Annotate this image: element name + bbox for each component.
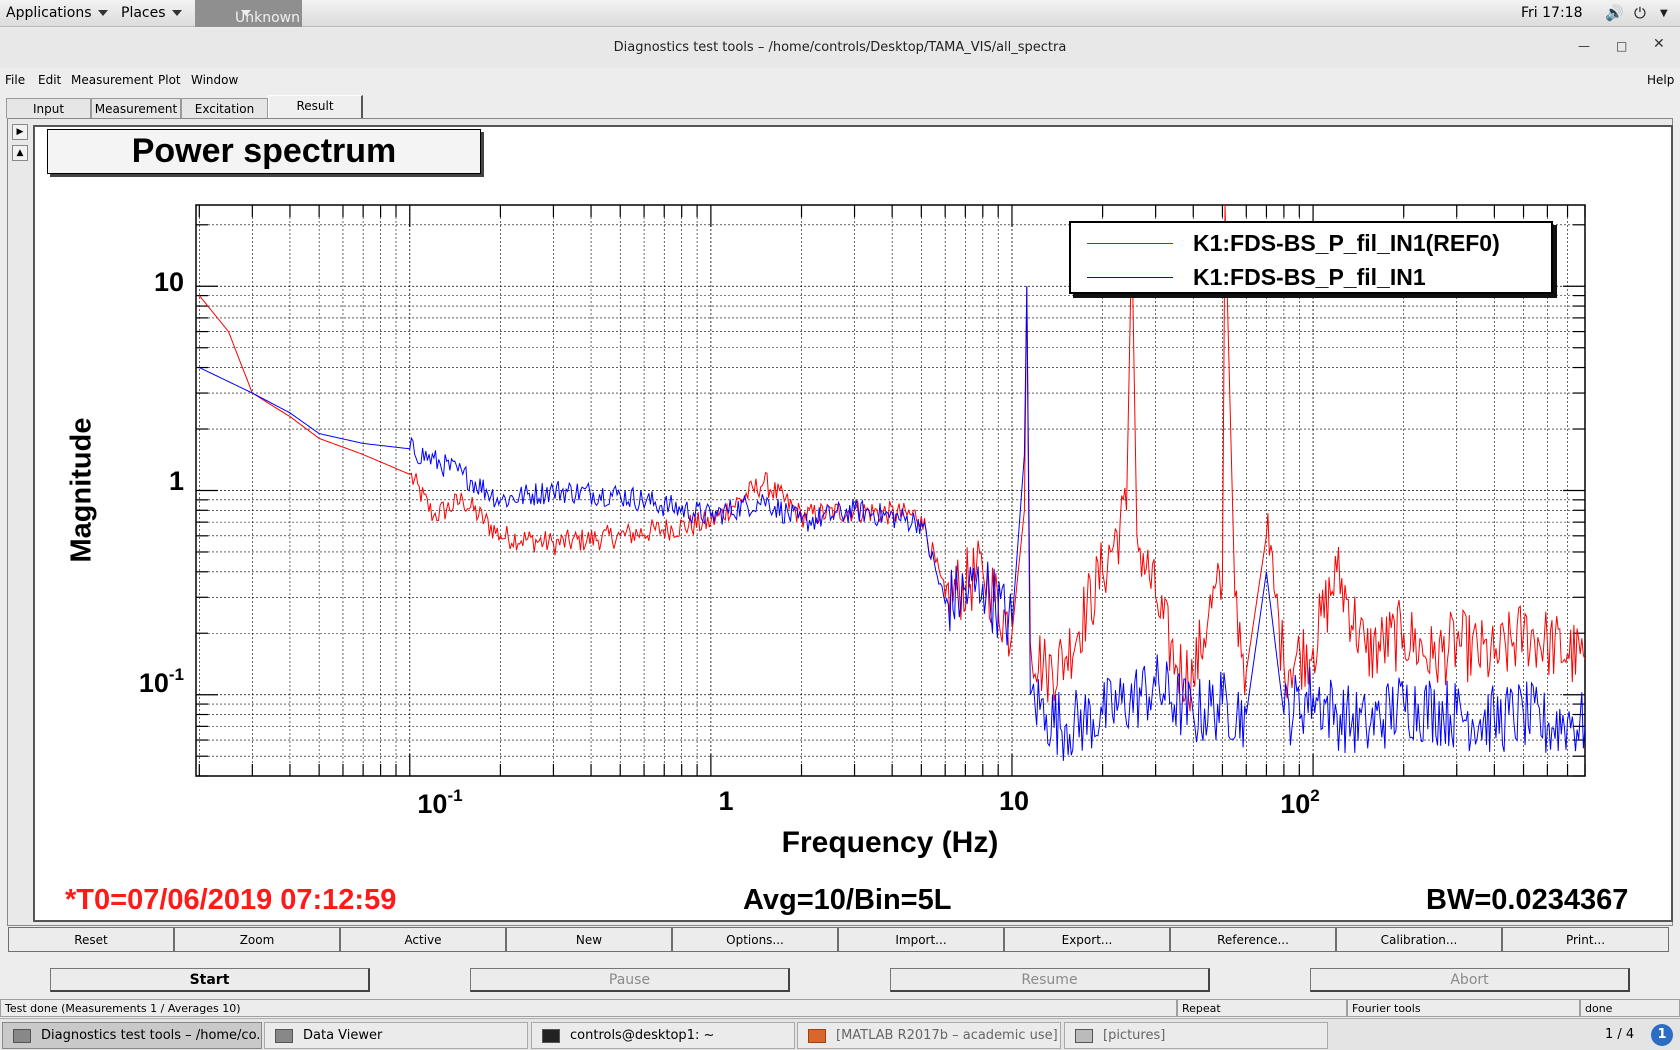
pause-button[interactable]: Pause [470,968,790,992]
matlab-icon [808,1029,826,1043]
legend-swatch-red [1087,243,1173,244]
print-button[interactable]: Print... [1502,927,1669,952]
y-tick-0.1-base: 10 [138,668,169,698]
start-button[interactable]: Start [50,968,370,992]
legend-label-ref0: K1:FDS-BS_P_fil_IN1(REF0) [1193,230,1500,256]
task-label: Data Viewer [303,1028,383,1043]
bandwidth-info: BW=0.0234367 [1426,884,1629,916]
task-diagnostics[interactable]: Diagnostics test tools – /home/co... [2,1022,262,1049]
new-button[interactable]: New [506,927,672,952]
workspace-pager[interactable]: 1 / 4 [1605,1027,1634,1042]
export-button[interactable]: Export... [1004,927,1170,952]
y-tick-0.1: 10-1 [114,665,184,699]
status-bar: Test done (Measurements 1 / Averages 10)… [0,999,1680,1017]
x-tick-0.1-base: 10 [417,789,448,819]
graph-title-box[interactable]: Power spectrum [47,129,481,174]
x-tick-100-base: 10 [1280,789,1311,819]
y-tick-1: 1 [168,466,184,496]
y-tick-0.1-exp: -1 [168,665,184,684]
x-tick-0.1: 10-1 [400,786,480,820]
y-tick-10: 10 [153,267,184,297]
t0-timestamp: *T0=07/06/2019 07:12:59 [65,884,397,916]
calibration-button[interactable]: Calibration... [1336,927,1502,952]
graph-title: Power spectrum [131,132,397,170]
status-repeat: Repeat [1177,999,1347,1017]
legend-label-current: K1:FDS-BS_P_fil_IN1 [1193,264,1426,290]
folder-icon [1075,1029,1093,1043]
resume-button[interactable]: Resume [890,968,1210,992]
options-button[interactable]: Options... [672,927,838,952]
zoom-button[interactable]: Zoom [174,927,340,952]
legend-swatch-blue [1087,277,1173,278]
x-tick-1: 1 [718,786,734,816]
reference-button[interactable]: Reference... [1170,927,1336,952]
task-label: [MATLAB R2017b – academic use] [836,1028,1058,1043]
legend-entry-current: K1:FDS-BS_P_fil_IN1 [1087,263,1547,293]
status-tool: Fourier tools [1347,999,1580,1017]
terminal-icon [542,1029,560,1043]
x-tick-100: 102 [1260,786,1340,820]
status-message: Test done (Measurements 1 / Averages 10) [0,999,1177,1017]
task-matlab[interactable]: [MATLAB R2017b – academic use] [797,1022,1061,1049]
active-button[interactable]: Active [340,927,506,952]
status-state: done [1580,999,1680,1017]
task-terminal[interactable]: controls@desktop1: ~ [531,1022,795,1049]
y-axis-label-text: Magnitude [65,417,98,563]
plot-button-bar: Reset Zoom Active New Options... Import.… [8,927,1669,952]
import-button[interactable]: Import... [838,927,1004,952]
avg-bin-info: Avg=10/Bin=5L [743,884,952,916]
x-tick-10: 10 [998,786,1030,816]
y-axis-label: Magnitude [62,400,102,580]
notification-icon[interactable]: 1 [1651,1024,1673,1046]
task-pictures[interactable]: [pictures] [1064,1022,1328,1049]
legend-entry-ref0: K1:FDS-BS_P_fil_IN1(REF0) [1087,229,1547,259]
window-icon [275,1029,293,1043]
task-label: Diagnostics test tools – /home/co... [41,1028,262,1043]
x-tick-0.1-exp: -1 [447,786,463,805]
reset-button[interactable]: Reset [8,927,174,952]
x-tick-100-exp: 2 [1310,786,1320,805]
run-control-bar: Start Pause Resume Abort [0,968,1680,994]
task-data-viewer[interactable]: Data Viewer [264,1022,528,1049]
x-axis-label: Frequency (Hz) [781,826,999,859]
legend[interactable]: K1:FDS-BS_P_fil_IN1(REF0) K1:FDS-BS_P_fi… [1069,221,1553,294]
taskbar: Diagnostics test tools – /home/co... Dat… [0,1018,1680,1050]
task-label: [pictures] [1103,1028,1166,1043]
task-label: controls@desktop1: ~ [570,1028,715,1043]
window-icon [13,1029,31,1043]
abort-button[interactable]: Abort [1310,968,1630,992]
